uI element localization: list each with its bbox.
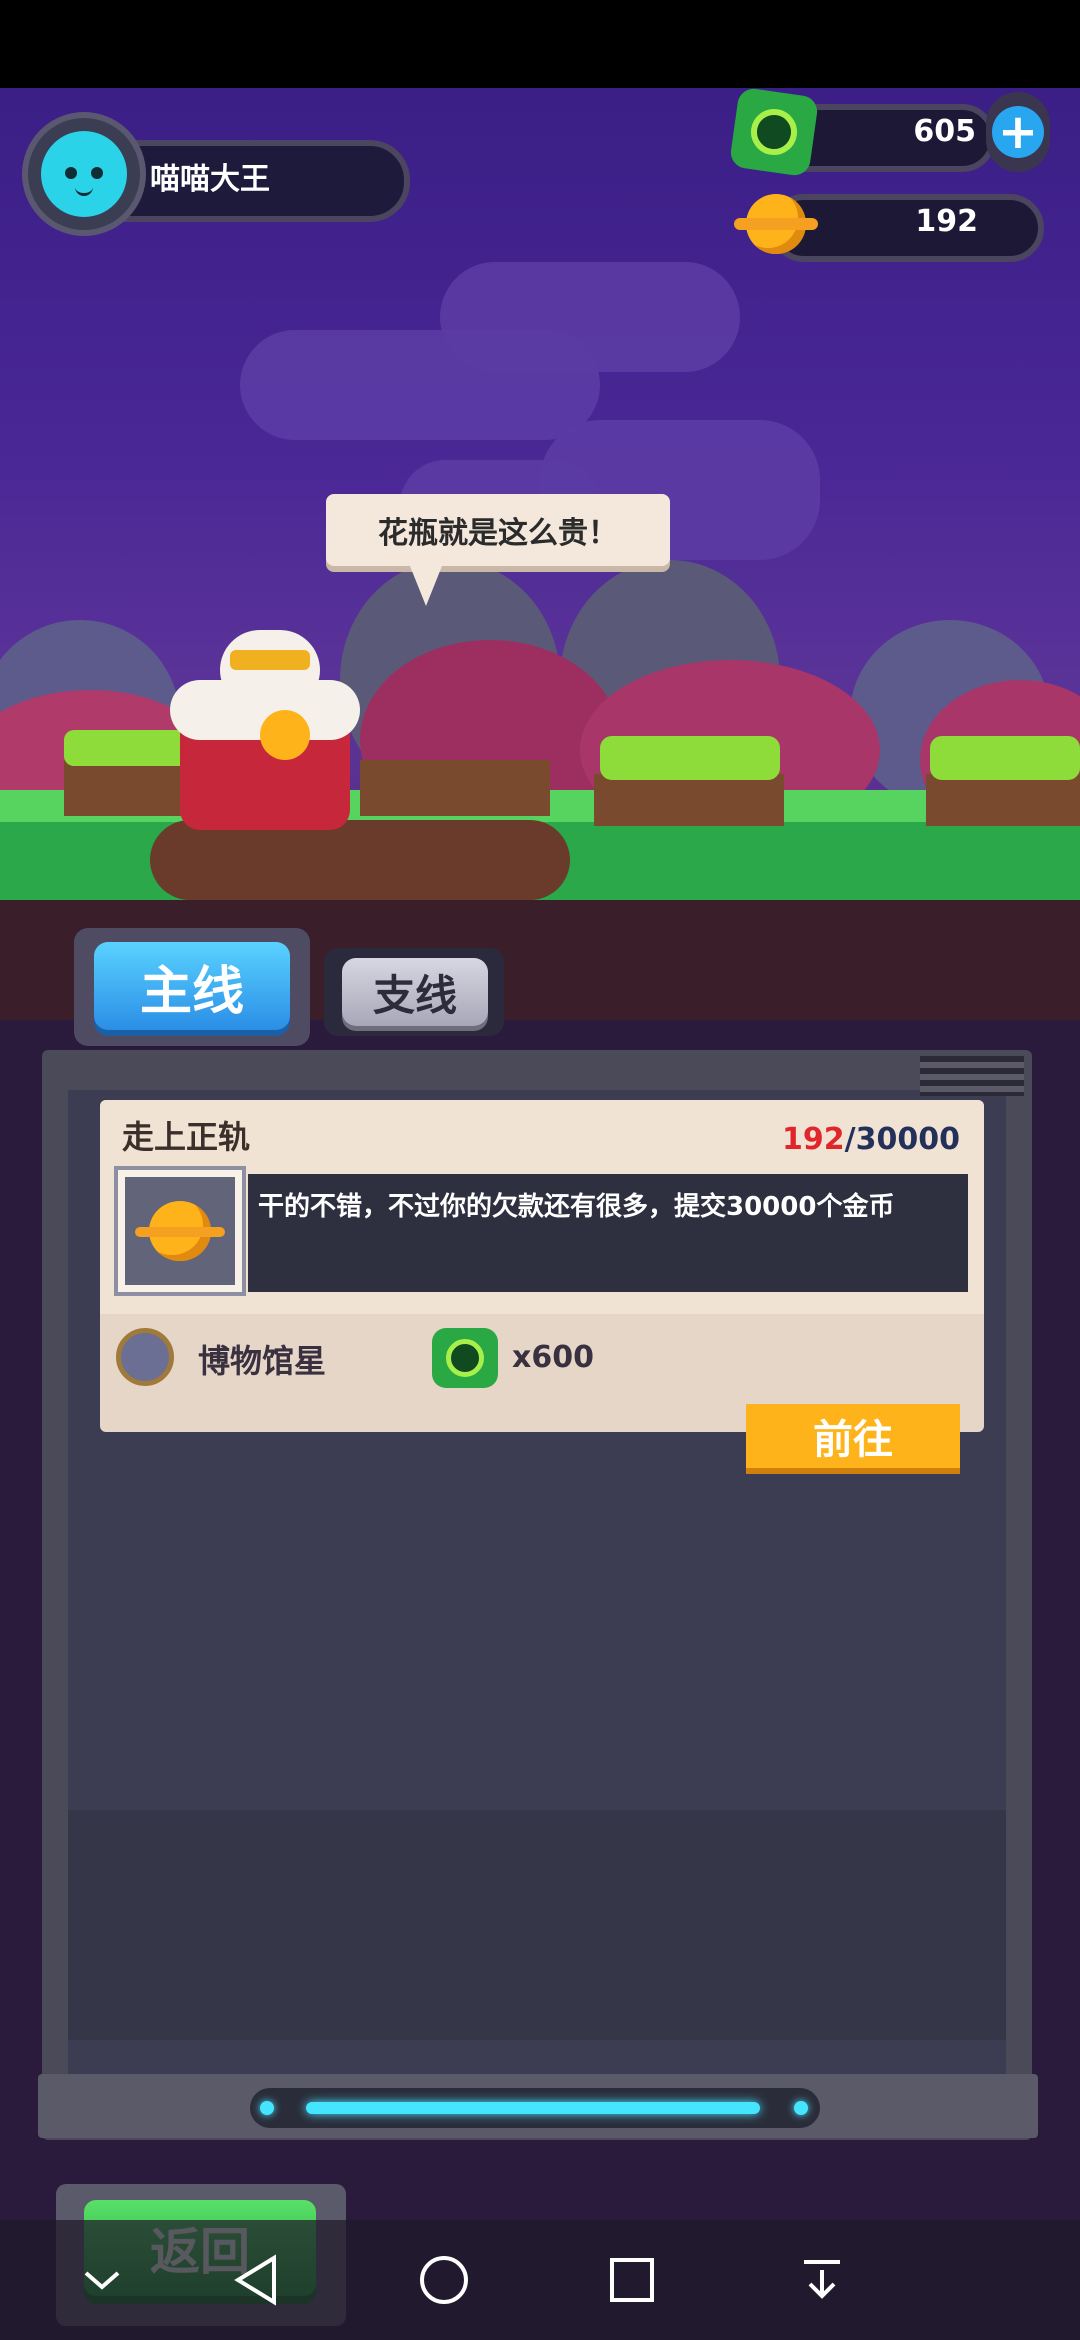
vent-grille [920, 1056, 1024, 1096]
quest-progress: 192/30000 [760, 1122, 960, 1157]
recents-square-icon[interactable] [602, 2250, 662, 2310]
status-bar [0, 0, 1080, 88]
crops [930, 736, 1080, 780]
gold-planet-coin-icon [125, 1177, 235, 1285]
gold-planet-coin-icon [734, 190, 818, 258]
speech-bubble: 花瓶就是这么贵！ [326, 494, 670, 566]
crops [600, 736, 780, 780]
back-triangle-icon[interactable] [226, 2250, 286, 2310]
green-gem-icon [432, 1328, 498, 1388]
scroll-thumb[interactable] [306, 2102, 760, 2114]
chevron-down-icon[interactable] [72, 2250, 132, 2310]
planter-box [594, 774, 784, 826]
scroll-end-dot [794, 2101, 808, 2115]
coin-count: 192 [915, 204, 978, 239]
system-navigation-bar [0, 2220, 1080, 2340]
quest-title: 走上正轨 [122, 1118, 251, 1156]
cat-face-icon [41, 131, 127, 217]
plus-icon: + [992, 106, 1044, 158]
home-circle-icon[interactable] [414, 2250, 474, 2310]
planter-box [360, 760, 550, 816]
tab-main-quest[interactable]: 主线 [94, 942, 290, 1030]
player-name: 喵喵大王 [150, 162, 270, 197]
add-gems-button[interactable]: + [986, 92, 1050, 172]
scroll-end-dot [260, 2101, 274, 2115]
progress-current: 192 [782, 1122, 845, 1157]
reward-location: 博物馆星 [198, 1342, 327, 1380]
download-notifications-icon[interactable] [792, 2250, 852, 2310]
avatar[interactable] [22, 112, 146, 236]
king-cat-character[interactable] [160, 620, 380, 840]
go-button[interactable]: 前往 [746, 1404, 960, 1468]
reward-quantity: x600 [512, 1340, 594, 1375]
quest-item-slot [114, 1166, 246, 1296]
museum-planet-icon [112, 1322, 178, 1392]
progress-separator: / [844, 1122, 856, 1157]
speech-bubble-tail [410, 566, 442, 606]
tab-side-quest[interactable]: 支线 [342, 958, 488, 1026]
quest-description: 干的不错，不过你的欠款还有很多，提交30000个金币 [258, 1192, 895, 1222]
progress-total: 30000 [855, 1122, 960, 1157]
gem-count: 605 [913, 114, 976, 149]
quest-list-lower [68, 1810, 1006, 2040]
green-gem-icon [728, 86, 820, 178]
cloud [440, 262, 740, 372]
planter-box [926, 774, 1080, 826]
